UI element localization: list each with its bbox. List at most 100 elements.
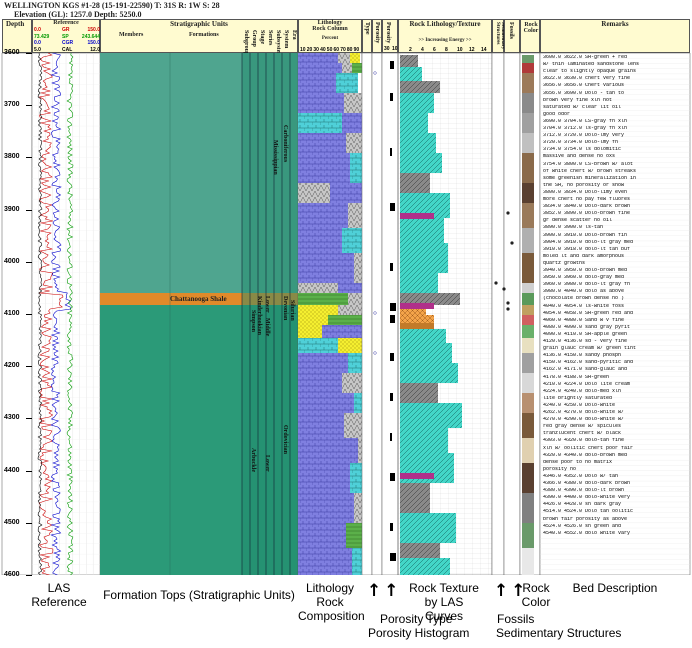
remark-line: 4210.0 4224.0 Dolo lite cream [543, 381, 631, 387]
lithology-bar [354, 493, 362, 523]
log-scale-max: 150.0 [87, 40, 100, 46]
lithology-bar [298, 338, 338, 353]
texture-bar [400, 67, 422, 81]
remark-line: some greenish mineralization in [543, 175, 637, 181]
texture-accent [400, 213, 434, 219]
silurian-label: Silurian [289, 300, 295, 321]
lithology-bar [298, 523, 346, 548]
depth-tick [26, 366, 32, 368]
lithology-bar [298, 315, 328, 325]
remark-line: 4262.0 4270.0 dolo-white w/ [543, 410, 625, 415]
remark-line: moled lt and dark amorphous [543, 253, 625, 259]
header-lithology: Lithology Rock Column Percent 10 20 30 40 50… [298, 19, 362, 53]
depth-tick [26, 209, 32, 211]
remark-line: red gray dense w/ spicules [543, 424, 622, 430]
arbuckle-label: Arbuckle [250, 448, 256, 472]
remark-line: the SH, no porosity or show [543, 182, 625, 188]
depth-header-label: Depth [6, 20, 25, 28]
rock-color-bar [522, 203, 534, 228]
header-rock-color: Rock Color [520, 19, 540, 53]
texture-bar [400, 273, 438, 293]
lithology-bar [352, 548, 362, 575]
lithology-bar [298, 305, 338, 315]
caption-bed-description: Bed Description [572, 581, 658, 595]
energy-label: >> Increasing Energy >> [418, 38, 472, 43]
texture-bar [400, 173, 430, 193]
lithology-bar [354, 253, 362, 283]
caption-sed-structures: Sedimentary Structures [496, 626, 622, 640]
texture-accent [400, 303, 434, 309]
rock-color-bar [522, 63, 534, 73]
lithology-bar [328, 315, 362, 325]
log-scale-curve: CGR [62, 40, 74, 46]
remark-line: 4390.0 4400.0 dolo-white very [543, 495, 631, 501]
lithology-bar [342, 63, 352, 73]
porosity-bar [390, 148, 392, 156]
lithology-bar [338, 283, 362, 293]
lithology-bar [338, 53, 350, 63]
porosity-bar [390, 303, 396, 311]
remark-line: 4224.0 4240.0 dolo-med xln [543, 388, 622, 394]
remark-line: 3704.0 3712.0 ls-gray fn xln [543, 126, 628, 131]
rock-color-bar [522, 338, 534, 353]
depth-label: 3900 [4, 205, 20, 213]
remark-line: good odor [543, 111, 571, 117]
texture-bar [400, 93, 434, 113]
rock-color-bar [522, 438, 534, 463]
remark-line: 4178.0 4188.0 SH-green [543, 374, 610, 380]
strat-vertical-labels: Subgroup Group Stage Series Subsystem Sy… [243, 30, 299, 57]
remark-line: brown fair porosity as above [543, 516, 628, 522]
porosity-type-track [371, 53, 383, 575]
lithology-bar [350, 463, 362, 493]
depth-label: 4300 [4, 414, 20, 422]
remark-line: 4162.0 4171.0 sand-glauc and [543, 367, 628, 373]
remark-line: 4380.0 4390.0 dolo-lt brown [543, 488, 625, 494]
rock-color-bar [522, 463, 534, 493]
remark-line: 3960.0 3980.0 dolo-lt gray fn [543, 282, 631, 288]
texture-header-label: Rock Lithology/Texture [409, 20, 481, 28]
depth-tick [26, 261, 32, 263]
rock-color-bar [522, 315, 534, 325]
porosity-bar [390, 553, 396, 561]
lithology-bar [344, 93, 362, 113]
lithology-bar [350, 153, 362, 183]
fossils-label: Fossils [508, 22, 514, 40]
remark-line: 3656.0 3656.0 Chert various [543, 83, 625, 89]
remark-line: lite brightly saturated [543, 395, 613, 401]
chattanooga-label: Chattanooga Shale [170, 295, 227, 303]
lithology-bar [298, 228, 342, 253]
remark-line: 4136.0 4150.0 sandy phosph [543, 353, 622, 359]
rock-color-bar [522, 373, 534, 393]
remark-line: 4040.0 4054.0 ls-white foss [543, 303, 625, 309]
texture-bar [400, 81, 440, 93]
rock-color-bar [522, 133, 534, 153]
porosity-type-label: Porosity [374, 22, 380, 44]
header-remarks: Remarks [540, 19, 690, 53]
lithology-bar [342, 228, 362, 253]
texture-bar [400, 428, 448, 453]
remark-line: 3900.0 3910.0 Dolo-brown fin [543, 232, 628, 238]
porosity-tick-30: 30 [384, 46, 390, 52]
reference-header-label: Reference [53, 20, 79, 26]
texture-bar [400, 543, 440, 558]
remark-line: quartz growths [543, 260, 586, 266]
fossils-track [503, 53, 521, 575]
sed-track [491, 53, 505, 575]
remark-line: more chert no pay few fluores [543, 197, 631, 202]
remark-line: saturated w/ clear lit oil [543, 104, 622, 110]
texture-bar [400, 243, 448, 273]
remark-line: 3690.0 3704.0 LS-gray fn xln [543, 118, 628, 124]
subgroup-label: Subgroup [243, 30, 249, 56]
lithology-bar [342, 113, 362, 133]
log-scale-curve: SP [62, 33, 69, 40]
rock-color-bar [522, 413, 534, 438]
lithology-bar [298, 413, 344, 438]
remark-line: 3656.0 3690.0 Dolo - tan to [543, 90, 625, 96]
texture-bar [400, 153, 442, 173]
remark-line: 3910.0 3918.0 dolo-lt tan buf [543, 246, 631, 252]
type-track [361, 53, 373, 575]
mississippian-label: Mississippian [272, 140, 278, 175]
remark-line: 4150.0 4162.0 sand-pyritic and [543, 360, 634, 366]
texture-bar [400, 113, 428, 133]
arrows-porosity: ↑↑ [367, 581, 402, 601]
